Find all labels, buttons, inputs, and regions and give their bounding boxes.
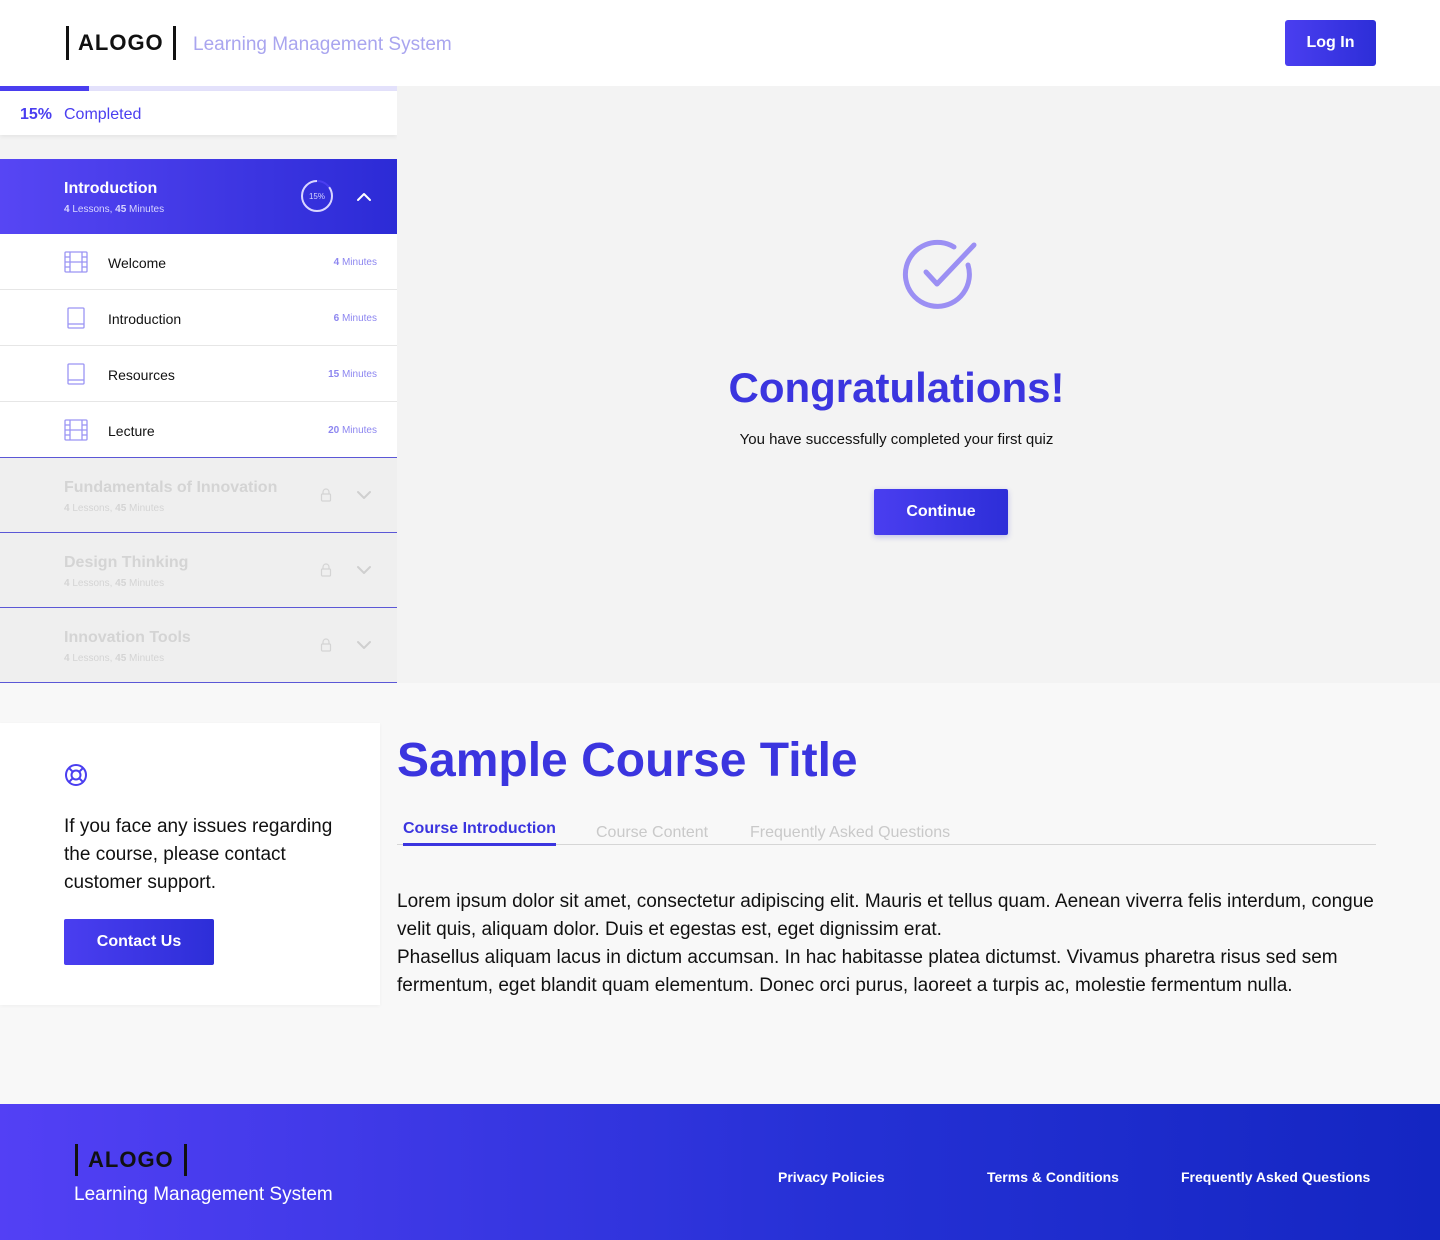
module-title: Innovation Tools: [64, 629, 191, 646]
course-description: Lorem ipsum dolor sit amet, consectetur …: [397, 888, 1382, 1000]
course-paragraph: Lorem ipsum dolor sit amet, consectetur …: [397, 891, 1374, 940]
module-title: Introduction: [64, 180, 158, 197]
top-header: ALOGO Learning Management System Log In: [0, 0, 1440, 86]
module-progress-ring: 15%: [301, 180, 333, 212]
lesson-item-resources[interactable]: Resources 15 Minutes: [0, 346, 397, 402]
footer-link-terms[interactable]: Terms & Conditions: [987, 1169, 1119, 1185]
sidebar-divider: [0, 682, 397, 683]
quiz-result-panel: Congratulations! You have successfully c…: [397, 86, 1440, 683]
lesson-list: Welcome 4 Minutes Introduction 6 Minutes…: [0, 234, 397, 458]
lock-icon: [320, 563, 332, 577]
congratulations-heading: Congratulations!: [728, 364, 1065, 411]
lesson-name: Resources: [108, 367, 175, 383]
check-circle-icon: [902, 239, 977, 309]
module-innovation-tools[interactable]: Innovation Tools 4 Lessons, 45 Minutes: [0, 607, 397, 682]
book-icon: [67, 363, 85, 385]
lesson-duration: 4 Minutes: [333, 257, 377, 268]
lock-icon: [320, 488, 332, 502]
support-card: If you face any issues regarding the cou…: [0, 723, 380, 1005]
lock-icon: [320, 638, 332, 652]
progress-summary: 15% Completed: [0, 91, 397, 135]
module-introduction[interactable]: Introduction 4 Lessons, 45 Minutes 15%: [0, 159, 397, 234]
contact-us-button[interactable]: Contact Us: [64, 919, 214, 965]
logo-text: ALOGO: [78, 30, 164, 55]
film-icon: [64, 419, 88, 441]
footer-link-faq[interactable]: Frequently Asked Questions: [1181, 1169, 1370, 1185]
chevron-down-icon[interactable]: [356, 562, 372, 578]
module-title: Fundamentals of Innovation: [64, 479, 278, 496]
footer-link-privacy[interactable]: Privacy Policies: [778, 1169, 885, 1185]
lesson-name: Welcome: [108, 255, 167, 271]
course-title: Sample Course Title: [397, 734, 858, 787]
module-meta: 4 Lessons, 45 Minutes: [64, 204, 165, 215]
chevron-down-icon[interactable]: [356, 637, 372, 653]
progress-completed-label: Completed: [64, 106, 142, 123]
module-design-thinking[interactable]: Design Thinking 4 Lessons, 45 Minutes: [0, 532, 397, 607]
film-icon: [64, 251, 88, 273]
footer-logo-text: ALOGO: [88, 1147, 174, 1172]
continue-button[interactable]: Continue: [874, 489, 1008, 535]
footer: ALOGO Learning Management System Privacy…: [0, 1104, 1440, 1240]
logo-bar-right: [172, 26, 176, 60]
course-sidebar: 15% Completed Introduction 4 Lessons, 45…: [0, 86, 397, 683]
chevron-down-icon[interactable]: [356, 487, 372, 503]
module-progress-ring-label: 15%: [309, 192, 325, 201]
lesson-item-welcome[interactable]: Welcome 4 Minutes: [0, 234, 397, 290]
lesson-duration: 6 Minutes: [333, 313, 377, 324]
lesson-name: Introduction: [108, 311, 182, 327]
module-title: Design Thinking: [64, 554, 189, 571]
logo-bar-right: [183, 1144, 187, 1176]
lesson-name: Lecture: [108, 423, 155, 439]
logo[interactable]: ALOGO: [66, 26, 176, 60]
module-meta: 4 Lessons, 45 Minutes: [64, 578, 165, 589]
support-message: If you face any issues regarding the cou…: [64, 816, 333, 893]
lesson-item-introduction[interactable]: Introduction 6 Minutes: [0, 290, 397, 346]
footer-tagline: Learning Management System: [74, 1184, 333, 1205]
header-tagline: Learning Management System: [193, 34, 452, 55]
course-tabs: Course Introduction Course Content Frequ…: [397, 812, 1376, 846]
module-meta: 4 Lessons, 45 Minutes: [64, 503, 165, 514]
active-tab-indicator: [403, 843, 556, 846]
tab-faq[interactable]: Frequently Asked Questions: [750, 824, 950, 842]
module-fundamentals-of-innovation[interactable]: Fundamentals of Innovation 4 Lessons, 45…: [0, 457, 397, 532]
login-button[interactable]: Log In: [1285, 20, 1376, 66]
module-meta: 4 Lessons, 45 Minutes: [64, 653, 165, 664]
book-icon: [67, 307, 85, 329]
lifebuoy-icon: [65, 764, 87, 786]
congratulations-message: You have successfully completed your fir…: [739, 431, 1054, 448]
tab-course-content[interactable]: Course Content: [596, 824, 708, 842]
course-paragraph: Phasellus aliquam lacus in dictum accums…: [397, 947, 1338, 996]
tab-course-introduction[interactable]: Course Introduction: [403, 820, 556, 838]
chevron-up-icon[interactable]: [356, 189, 372, 205]
lesson-item-lecture[interactable]: Lecture 20 Minutes: [0, 402, 397, 458]
footer-logo[interactable]: ALOGO: [75, 1144, 187, 1176]
progress-percent: 15%: [20, 106, 53, 123]
